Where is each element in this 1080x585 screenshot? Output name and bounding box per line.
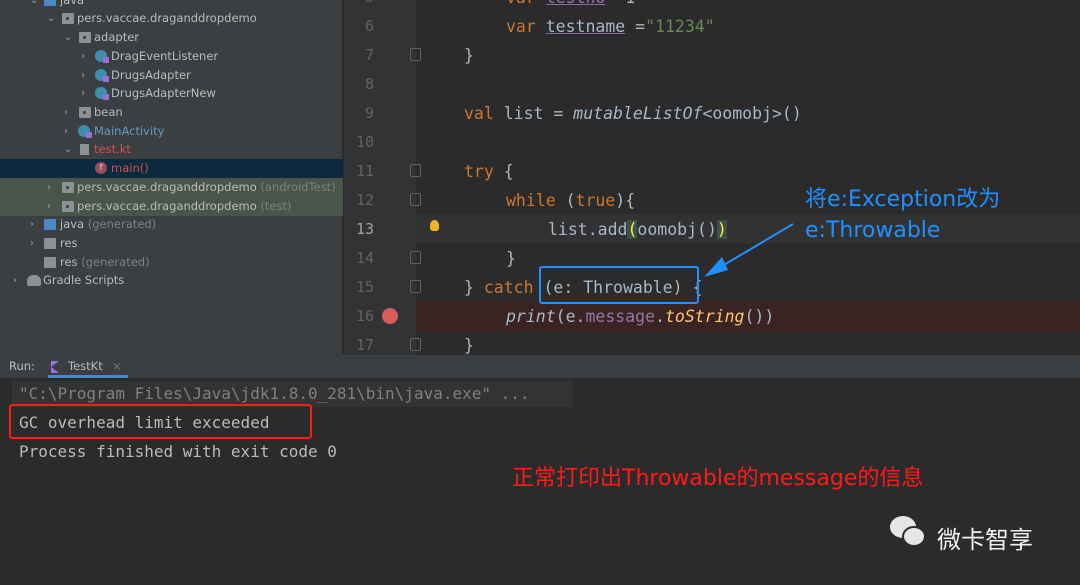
close-tab-icon[interactable]: × [112, 355, 122, 378]
tab-testkt[interactable]: TestKt × [48, 355, 128, 378]
red-highlight-box [9, 404, 312, 439]
console-command-line: "C:\Program Files\Java\jdk1.8.0_281\bin\… [19, 384, 530, 403]
run-label: Run: [9, 359, 35, 373]
blue-arrowhead [704, 257, 728, 277]
red-annotation: 正常打印出Throwable的message的信息 [512, 466, 924, 491]
blue-annotation: 将e:Exception改为 e:Throwable [805, 187, 1001, 243]
watermark-text: 微卡智享 [937, 526, 1033, 554]
console-exit-status: Process finished with exit code 0 [19, 442, 337, 461]
run-tool-bar: Run: TestKt × [0, 355, 1080, 378]
kotlin-icon [51, 361, 59, 373]
